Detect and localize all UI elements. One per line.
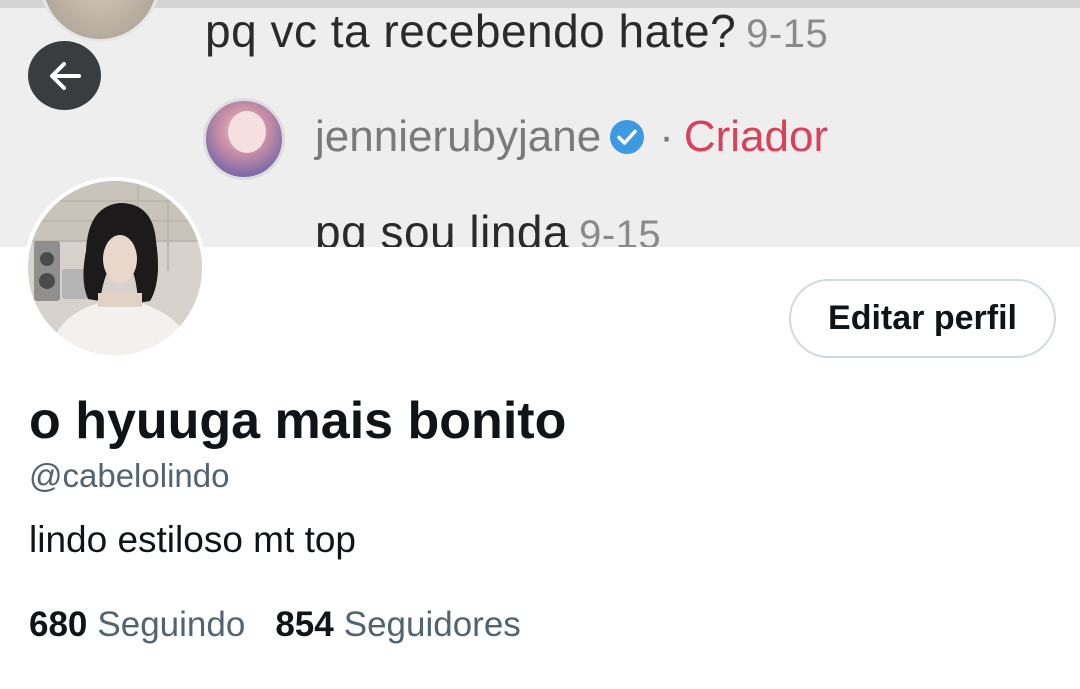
verified-badge-icon [610, 120, 645, 154]
banner-reply-username: jennierubyjane [315, 112, 602, 161]
display-name: o hyuuga mais bonito [29, 392, 567, 450]
banner-reply: pq sou linda 9-15 [315, 205, 661, 247]
banner-reply-separator: · [659, 112, 674, 161]
profile-avatar[interactable] [24, 177, 206, 359]
following-count: 680 [29, 605, 88, 644]
banner-comment-text: pq vc ta recebendo hate? [205, 5, 737, 57]
banner-commenter-avatar [40, 0, 160, 42]
following-link[interactable]: 680 Seguindo [29, 605, 245, 645]
banner-reply-role: Criador [683, 112, 829, 161]
edit-profile-label: Editar perfil [828, 299, 1017, 337]
banner-reply-header: jennierubyjane · Criador [315, 112, 828, 162]
back-button[interactable] [28, 41, 101, 110]
followers-count: 854 [275, 605, 334, 644]
profile-stats: 680 Seguindo 854 Seguidores [29, 605, 521, 645]
following-label: Seguindo [97, 605, 246, 644]
arrow-left-icon [49, 61, 81, 90]
banner-comment-time: 9-15 [746, 12, 829, 56]
edit-profile-button[interactable]: Editar perfil [789, 279, 1056, 358]
avatar-photo [28, 181, 202, 355]
banner-comment: pq vc ta recebendo hate? 9-15 [205, 4, 828, 58]
banner-reply-avatar [203, 98, 285, 180]
followers-link[interactable]: 854 Seguidores [275, 605, 520, 645]
banner-reply-time: 9-15 [579, 213, 662, 247]
banner-reply-text: pq sou linda [315, 206, 570, 247]
profile-bio: lindo estiloso mt top [29, 519, 357, 560]
user-handle: @cabelolindo [29, 457, 230, 494]
followers-label: Seguidores [343, 605, 521, 644]
